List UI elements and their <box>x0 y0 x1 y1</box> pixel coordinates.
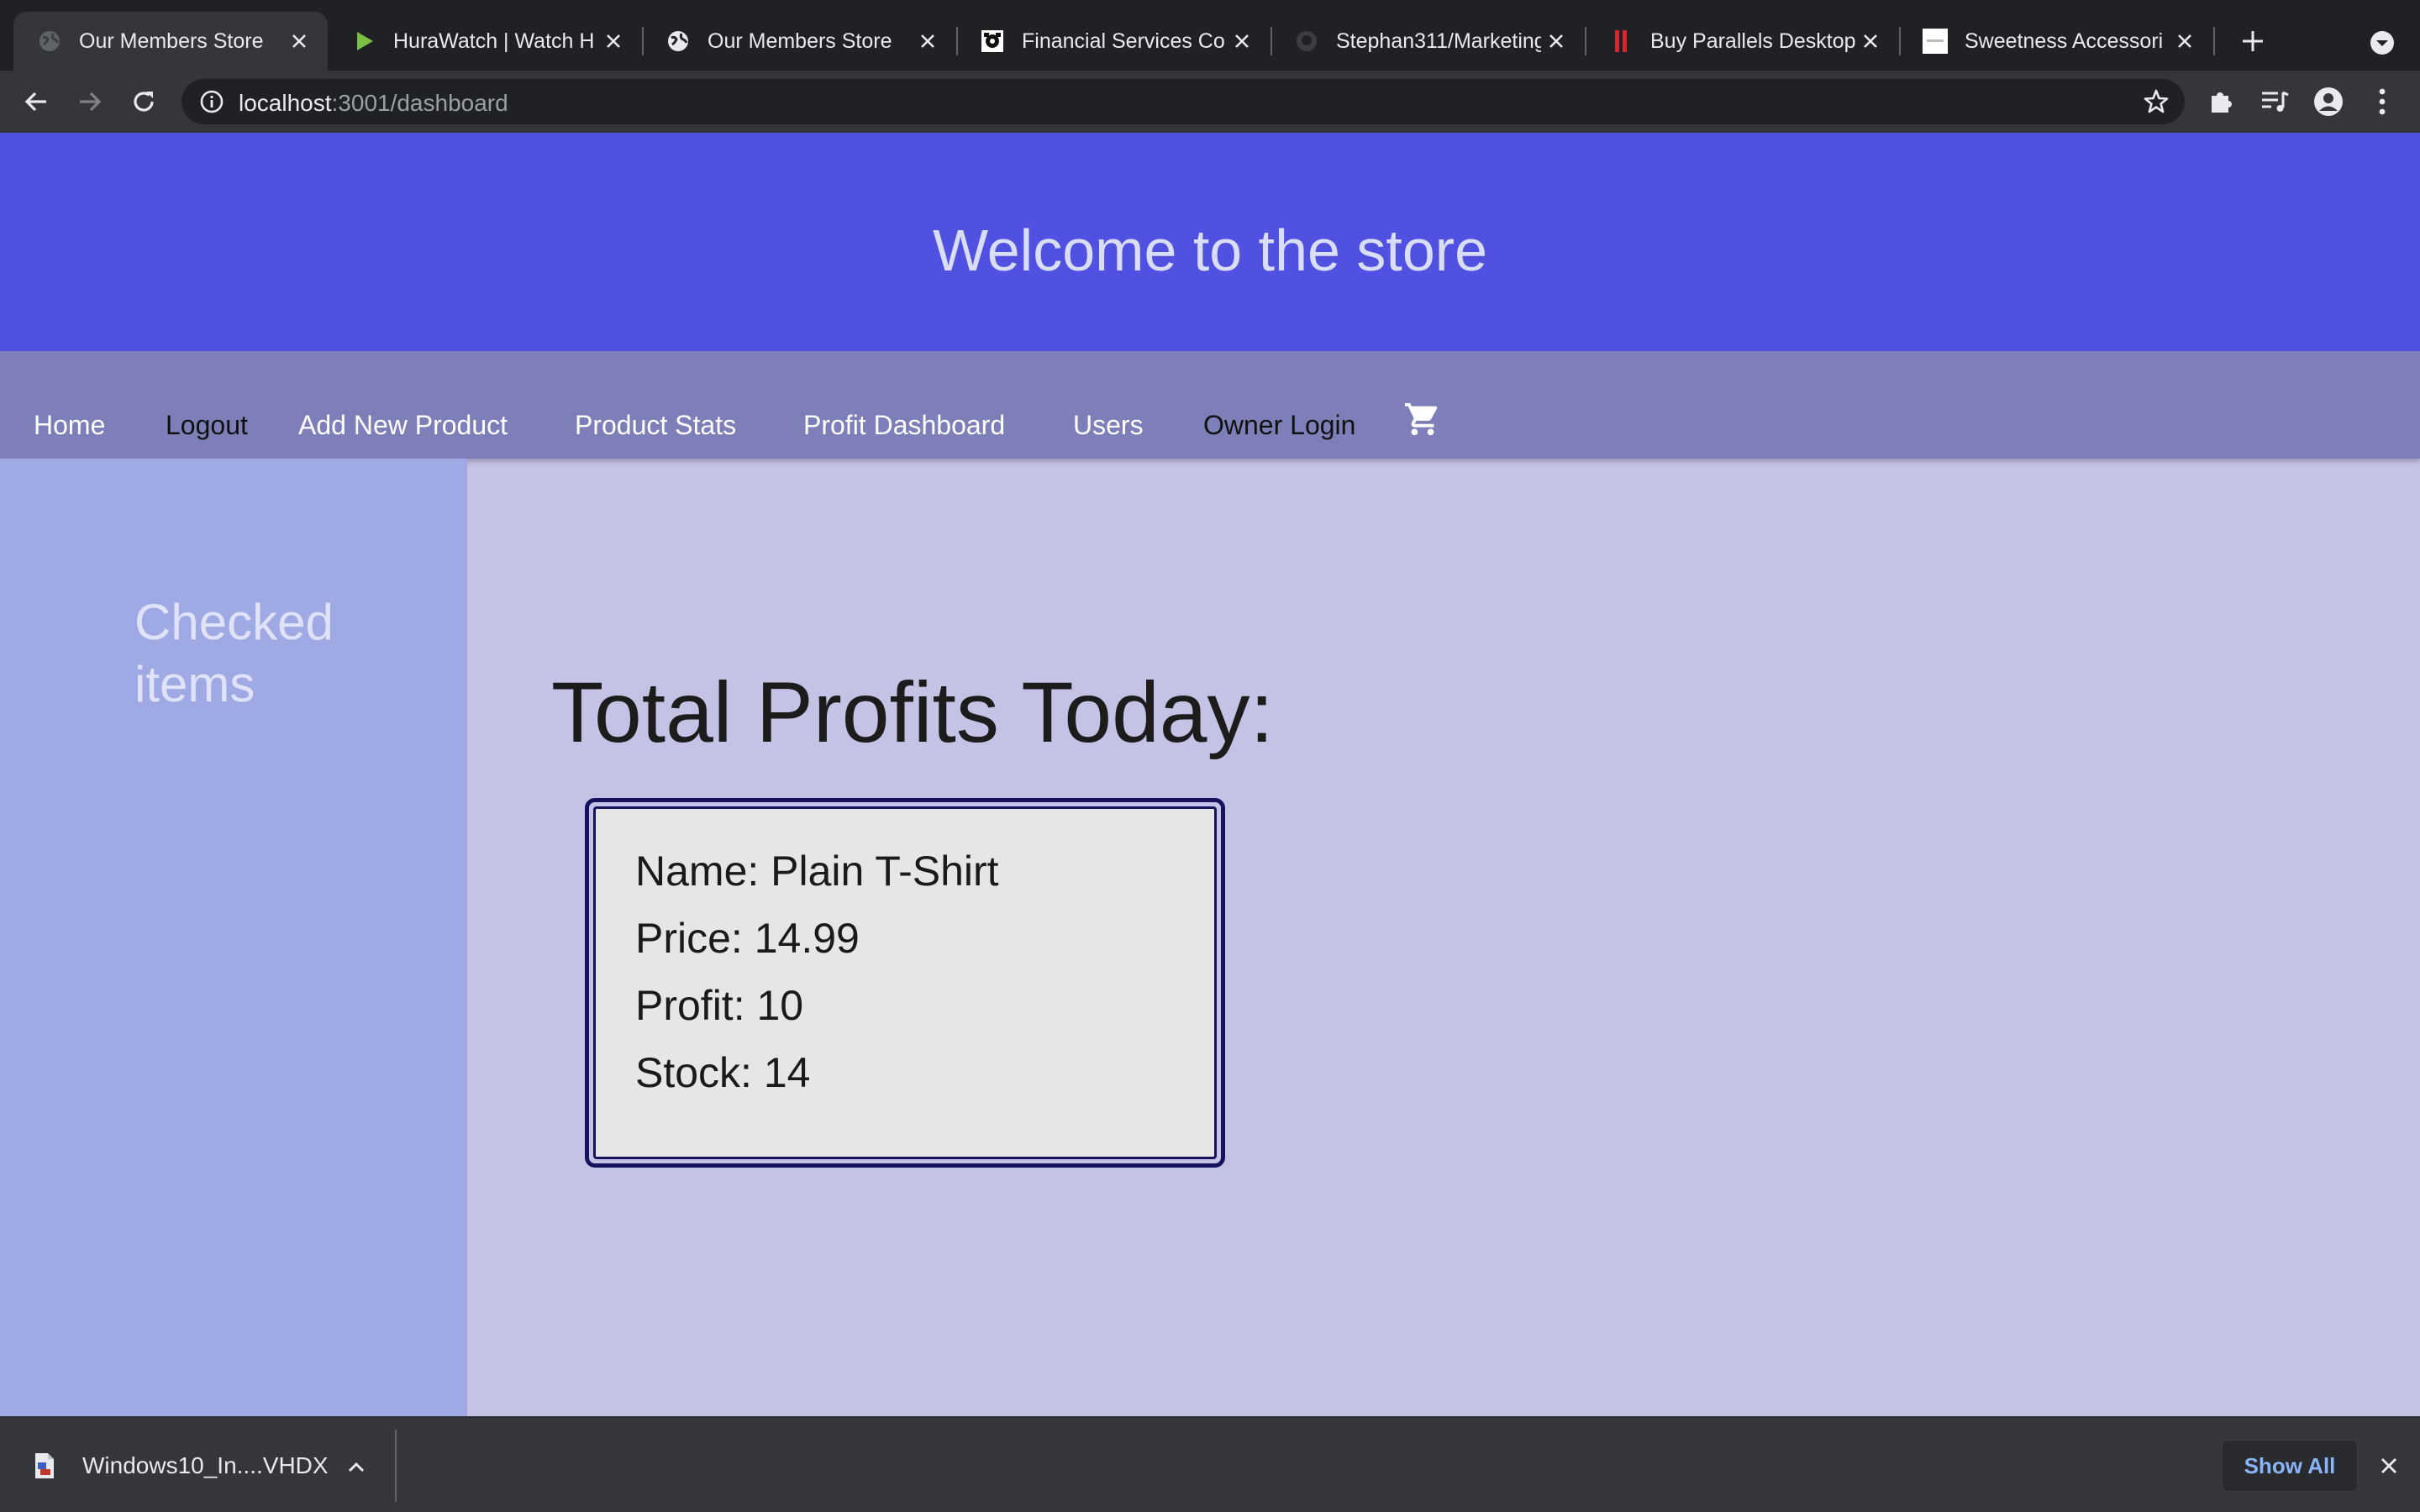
address-bar[interactable]: localhost:3001/dashboard <box>182 79 2185 124</box>
tab-title: Financial Services Co <box>1022 29 1225 53</box>
tab-title: HuraWatch | Watch H <box>393 29 595 53</box>
info-icon[interactable] <box>195 85 229 118</box>
product-price: Price: 14.99 <box>635 915 860 962</box>
download-shelf: Windows10_In....VHDX Show All <box>0 1416 2420 1512</box>
site-banner: Welcome to the store <box>0 133 2420 351</box>
globe-icon <box>666 29 691 54</box>
tab-github-stephan311[interactable]: Stephan311/Marketing <box>1270 12 1585 71</box>
show-all-downloads-button[interactable]: Show All <box>2222 1440 2358 1492</box>
tab-separator <box>2213 27 2215 55</box>
product-card-inner: Name: Plain T-Shirt Price: 14.99 Profit:… <box>593 806 1217 1159</box>
download-item[interactable]: Windows10_In....VHDX <box>32 1436 329 1495</box>
tab-our-members-store-2[interactable]: Our Members Store <box>642 12 956 71</box>
tab-sweetness-accessories[interactable]: Sweetness Accessori <box>1899 12 2213 71</box>
close-download-shelf-button[interactable] <box>2370 1446 2408 1485</box>
tab-title: Sweetness Accessori <box>1965 29 2164 53</box>
tab-parallels[interactable]: Buy Parallels Desktop <box>1585 12 1899 71</box>
tab-title: Stephan311/Marketing <box>1336 29 1541 53</box>
reload-icon <box>134 92 154 112</box>
close-icon[interactable] <box>598 26 629 56</box>
chevron-down-circle-icon <box>2370 31 2394 55</box>
browser-tab-strip: Our Members Store HuraWatch | Watch H Ou… <box>0 0 2420 71</box>
close-icon[interactable] <box>1855 26 1886 56</box>
tab-search-button[interactable] <box>2361 22 2403 64</box>
tab-title: Our Members Store <box>79 29 264 53</box>
media-control-button[interactable] <box>2254 81 2296 123</box>
nav-add-new-product[interactable]: Add New Product <box>298 410 508 441</box>
forward-button[interactable] <box>69 81 111 123</box>
url-host: localhost <box>239 90 332 116</box>
close-icon <box>2381 1458 2396 1473</box>
tab-our-members-store[interactable]: Our Members Store <box>13 12 328 71</box>
product-name: Name: Plain T-Shirt <box>635 848 999 895</box>
sweetness-icon <box>1923 29 1948 54</box>
banner-title: Welcome to the store <box>932 218 1488 283</box>
puzzle-icon <box>2212 92 2232 113</box>
arrow-left-icon <box>24 92 46 112</box>
download-separator <box>395 1430 397 1502</box>
bank-icon <box>980 29 1005 54</box>
play-icon <box>351 29 376 54</box>
tab-title: Our Members Store <box>708 29 892 53</box>
download-file-name: Windows10_In....VHDX <box>82 1452 329 1478</box>
globe-icon <box>37 29 62 54</box>
tab-hurawatch[interactable]: HuraWatch | Watch H <box>328 12 642 71</box>
download-options-button[interactable] <box>338 1448 375 1485</box>
playlist-music-icon <box>2262 91 2289 112</box>
nav-home[interactable]: Home <box>34 410 105 441</box>
nav-owner-login[interactable]: Owner Login <box>1203 410 1355 441</box>
bookmark-star-icon[interactable] <box>2139 85 2173 118</box>
url-path: :3001/dashboard <box>331 90 508 116</box>
url-text[interactable]: localhost:3001/dashboard <box>239 90 508 117</box>
reload-button[interactable] <box>123 81 165 123</box>
shopping-cart-icon <box>1404 402 1438 436</box>
nav-logout[interactable]: Logout <box>166 410 248 441</box>
close-icon[interactable] <box>2170 26 2200 56</box>
page-viewport: Welcome to the store Home Logout Add New… <box>0 133 2420 1416</box>
main-nav: Home Logout Add New Product Product Stat… <box>0 351 2420 459</box>
close-icon[interactable] <box>284 26 314 56</box>
nav-users[interactable]: Users <box>1073 410 1144 441</box>
more-vert-icon <box>2379 88 2386 115</box>
browser-menu-button[interactable] <box>2361 81 2403 123</box>
file-icon <box>32 1452 57 1480</box>
sidebar: Checked items <box>0 459 467 1416</box>
chevron-up-icon <box>348 1462 365 1473</box>
close-icon[interactable] <box>1227 26 1257 56</box>
sidebar-title: Checked items <box>134 594 334 712</box>
close-icon[interactable] <box>913 26 943 56</box>
arrow-right-icon <box>80 92 102 112</box>
browser-toolbar: localhost:3001/dashboard <box>0 71 2420 133</box>
tab-financial-services[interactable]: Financial Services Co <box>956 12 1270 71</box>
nav-profit-dashboard[interactable]: Profit Dashboard <box>803 410 1005 441</box>
product-profit: Profit: 10 <box>635 982 804 1029</box>
parallels-icon <box>1608 29 1634 54</box>
back-button[interactable] <box>15 81 57 123</box>
plus-icon <box>2243 31 2263 51</box>
nav-product-stats[interactable]: Product Stats <box>575 410 736 441</box>
github-icon <box>1294 29 1319 54</box>
product-stock: Stock: 14 <box>635 1049 811 1096</box>
tab-title: Buy Parallels Desktop <box>1650 29 1855 53</box>
product-card: Name: Plain T-Shirt Price: 14.99 Profit:… <box>585 798 1225 1168</box>
page-title: Total Profits Today: <box>551 664 1274 760</box>
cart-button[interactable] <box>1403 400 1445 442</box>
profile-button[interactable] <box>2307 81 2349 123</box>
close-icon[interactable] <box>1541 26 1571 56</box>
extensions-button[interactable] <box>2200 81 2242 123</box>
new-tab-button[interactable] <box>2232 20 2274 62</box>
avatar-icon <box>2314 87 2343 116</box>
